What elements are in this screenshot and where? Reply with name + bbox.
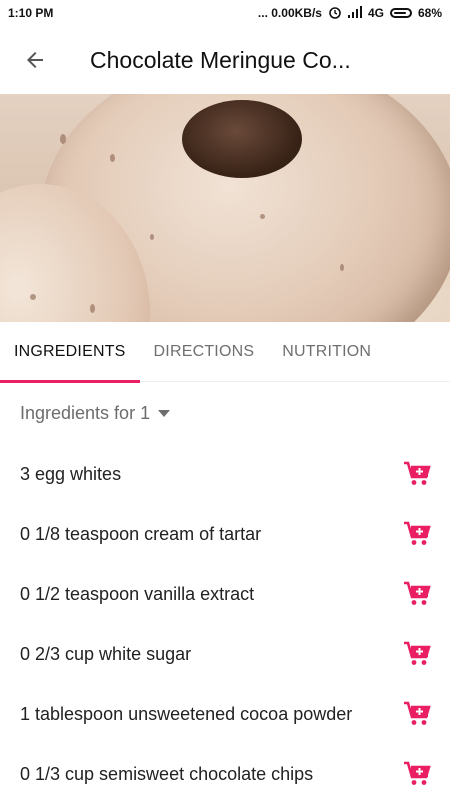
signal-icon bbox=[347, 5, 362, 21]
ingredient-row: 0 1/3 cup semisweet chocolate chips bbox=[0, 744, 450, 800]
status-time: 1:10 PM bbox=[8, 6, 54, 20]
tab-ingredients[interactable]: INGREDIENTS bbox=[0, 322, 140, 383]
ingredient-row: 3 egg whites bbox=[0, 444, 450, 504]
recipe-screen: 1:10 PM ... 0.00KB/s 4G 68% Chocolate Me… bbox=[0, 0, 450, 800]
ingredient-text: 1 tablespoon unsweetened cocoa powder bbox=[20, 704, 353, 724]
status-bar: 1:10 PM ... 0.00KB/s 4G 68% bbox=[0, 0, 450, 26]
add-to-cart-button[interactable] bbox=[402, 699, 432, 729]
tab-nutrition[interactable]: NUTRITION bbox=[268, 322, 385, 382]
network-type: 4G bbox=[367, 6, 384, 20]
ingredient-text: 0 1/3 cup semisweet chocolate chips bbox=[20, 764, 314, 784]
add-to-cart-button[interactable] bbox=[402, 519, 432, 549]
page-title: Chocolate Meringue Co... bbox=[90, 46, 351, 73]
servings-selector[interactable]: Ingredients for 1 bbox=[20, 398, 171, 428]
ingredient-row: 0 2/3 cup white sugar bbox=[0, 624, 450, 684]
servings-label: Ingredients for 1 bbox=[20, 402, 151, 423]
status-indicators: ... 0.00KB/s 4G 68% bbox=[258, 5, 442, 22]
tab-directions[interactable]: DIRECTIONS bbox=[140, 322, 269, 382]
add-to-cart-icon bbox=[404, 521, 431, 545]
recipe-tabs: INGREDIENTS DIRECTIONS NUTRITION bbox=[0, 322, 450, 383]
app-bar: Chocolate Meringue Co... bbox=[0, 26, 450, 94]
ingredient-row: 0 1/2 teaspoon vanilla extract bbox=[0, 564, 450, 624]
recipe-hero-image bbox=[0, 94, 450, 322]
arrow-left-icon bbox=[27, 52, 43, 68]
add-to-cart-button[interactable] bbox=[402, 579, 432, 609]
ingredient-text: 3 egg whites bbox=[20, 464, 122, 484]
add-to-cart-icon bbox=[404, 581, 431, 605]
add-to-cart-button[interactable] bbox=[402, 459, 432, 489]
network-speed: ... 0.00KB/s bbox=[257, 6, 322, 20]
ingredient-text: 0 1/8 teaspoon cream of tartar bbox=[20, 524, 262, 544]
add-to-cart-icon bbox=[404, 641, 431, 665]
add-to-cart-icon bbox=[404, 461, 431, 485]
ingredient-row: 0 1/8 teaspoon cream of tartar bbox=[0, 504, 450, 564]
battery-icon bbox=[389, 8, 412, 18]
add-to-cart-icon bbox=[404, 761, 431, 785]
add-to-cart-icon bbox=[404, 701, 431, 725]
add-to-cart-button[interactable] bbox=[402, 639, 432, 669]
battery-percent: 68% bbox=[417, 6, 442, 20]
ingredient-list: 3 egg whites 0 1/8 teaspoon cream of tar… bbox=[0, 444, 450, 800]
alarm-icon bbox=[328, 5, 342, 22]
chevron-down-icon bbox=[158, 409, 171, 417]
ingredient-row: 1 tablespoon unsweetened cocoa powder bbox=[0, 684, 450, 744]
ingredient-text: 0 2/3 cup white sugar bbox=[20, 644, 192, 664]
back-button[interactable] bbox=[20, 45, 50, 75]
ingredient-text: 0 1/2 teaspoon vanilla extract bbox=[20, 584, 255, 604]
add-to-cart-button[interactable] bbox=[402, 759, 432, 789]
